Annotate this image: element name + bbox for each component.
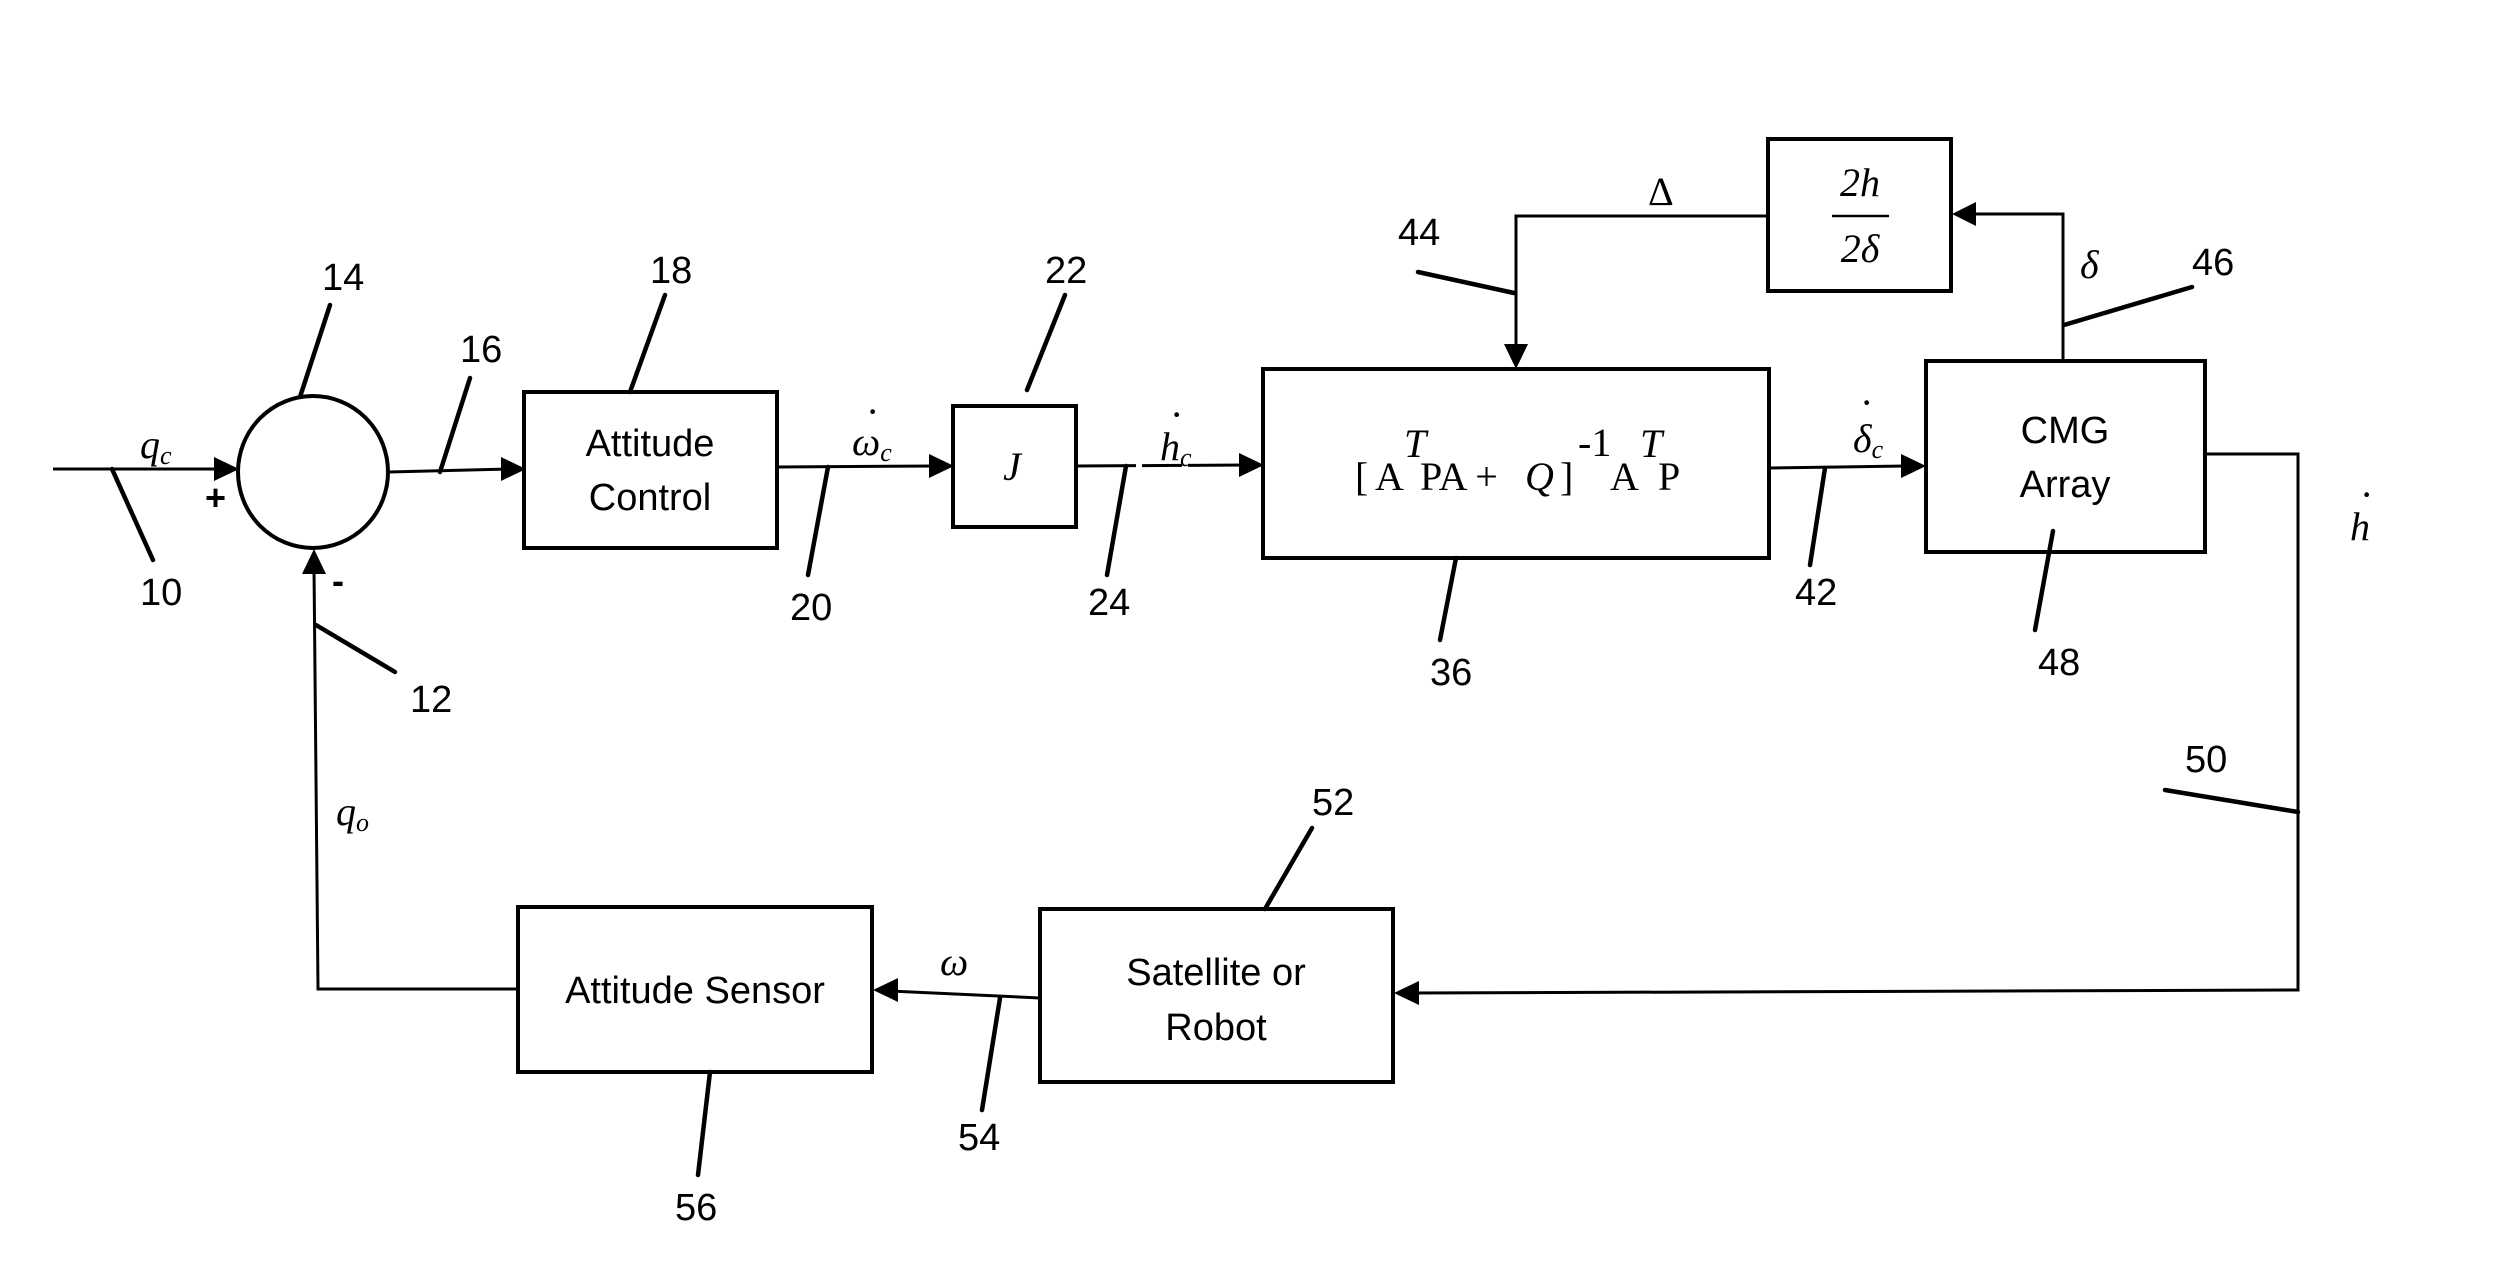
ref-24: 24 [1088,582,1130,624]
leader-36 [1437,555,1459,643]
leader-16 [437,375,473,475]
steering-law-block: [ A T PA + Q ] -1 A T P [1261,367,1771,560]
signal-labels: qc qo ωc · hc · δc · Δ δ h · ω [140,169,2373,984]
term-P: P [1658,454,1680,499]
ref-16: 16 [460,329,502,371]
signal-qo: qo [336,789,369,837]
dot-h-c: · [1170,392,1183,437]
wire-omega [889,989,1041,1000]
steering-law-box [1261,367,1771,560]
leader-52 [1262,825,1315,912]
arrowhead-delta [1952,202,1976,226]
signal-omega: ω [940,939,968,984]
attitude-control-label-2: Control [589,477,712,519]
ref-42: 42 [1795,572,1837,614]
ref-10: 10 [140,572,182,614]
dot-h: · [2360,472,2373,517]
bracket-open: [ [1355,454,1368,499]
ref-54: 54 [958,1117,1000,1159]
leader-54 [979,995,1003,1113]
leader-20 [805,464,831,578]
ref-12: 12 [410,679,452,721]
wire-delta-dot-c [1768,464,1909,470]
ref-22: 22 [1045,250,1087,292]
cmg-label-2: Array [2020,464,2111,506]
summing-circle [236,394,390,550]
term-A1: A [1375,454,1404,499]
arrowhead-delta-dot-c [1901,454,1926,478]
leader-50 [2162,787,2301,815]
attitude-sensor-block: Attitude Sensor [516,905,874,1074]
wire-omega-dot-c [776,464,938,469]
arrowhead-Delta [1504,344,1528,369]
satellite-label-1: Satellite or [1126,952,1306,994]
dot-delta: · [1860,380,1873,425]
ref-14: 14 [322,257,364,299]
attitude-sensor-label: Attitude Sensor [565,970,825,1012]
term-A2: A [1610,454,1639,499]
leader-44 [1415,269,1517,296]
leader-46 [2061,284,2195,328]
dot-omega: · [866,389,879,434]
leader-18 [627,292,668,395]
term-PA: PA + [1420,454,1498,499]
attitude-control-block: Attitude Control [522,390,779,550]
minus-sign: - [332,560,344,601]
summing-junction: + - [205,394,390,601]
attitude-control-label-1: Attitude [586,423,715,465]
wire-Delta [1514,214,1768,350]
ref-52: 52 [1312,782,1354,824]
cmg-array-block: CMG Array [1924,359,2207,554]
wire-qo-feedback [312,567,518,991]
satellite-box [1038,907,1395,1084]
term-Q: Q [1525,454,1554,499]
ref-18: 18 [650,250,692,292]
leader-10 [109,466,156,563]
attitude-control-box [522,390,779,550]
gain-denominator: 2δ [1841,226,1881,271]
ref-48: 48 [2038,642,2080,684]
inertia-label: J [1003,444,1023,489]
cmg-label-1: CMG [2021,410,2110,452]
ref-20: 20 [790,587,832,629]
ref-50: 50 [2185,739,2227,781]
leader-22 [1024,292,1068,393]
wire-error [388,467,511,474]
leader-14 [297,302,333,400]
arrowhead-omega [873,978,898,1002]
wire-delta-feedback [1970,212,2065,361]
leader-12 [313,622,398,675]
arrowhead-omega-dot-c [929,454,954,478]
inertia-block: J [951,404,1078,529]
ref-44: 44 [1398,212,1440,254]
leader-56 [695,1069,713,1178]
satellite-block: Satellite or Robot [1038,907,1395,1084]
sup-inverse: -1 [1578,420,1611,465]
block-diagram: + - Attitude Control J [ A T PA + Q ] -1… [53,137,2373,1229]
satellite-label-2: Robot [1165,1007,1267,1049]
signal-delta: δ [2080,242,2100,287]
plus-sign: + [205,477,226,518]
gain-block: 2h 2δ [1766,137,1953,293]
arrowhead-h-dot-c [1239,453,1264,477]
gain-numerator: 2h [1840,160,1880,205]
leader-24 [1104,463,1129,578]
ref-36: 36 [1430,652,1472,694]
signal-qc: qc [140,422,172,470]
signal-Delta: Δ [1648,169,1674,214]
ref-46: 46 [2192,242,2234,284]
leader-42 [1807,465,1828,568]
bracket-close: ] [1560,454,1573,499]
arrowhead-h-dot [1394,981,1419,1005]
cmg-array-box [1924,359,2207,554]
ref-56: 56 [675,1187,717,1229]
arrowhead-qo [302,549,326,574]
wires [53,202,2300,1005]
